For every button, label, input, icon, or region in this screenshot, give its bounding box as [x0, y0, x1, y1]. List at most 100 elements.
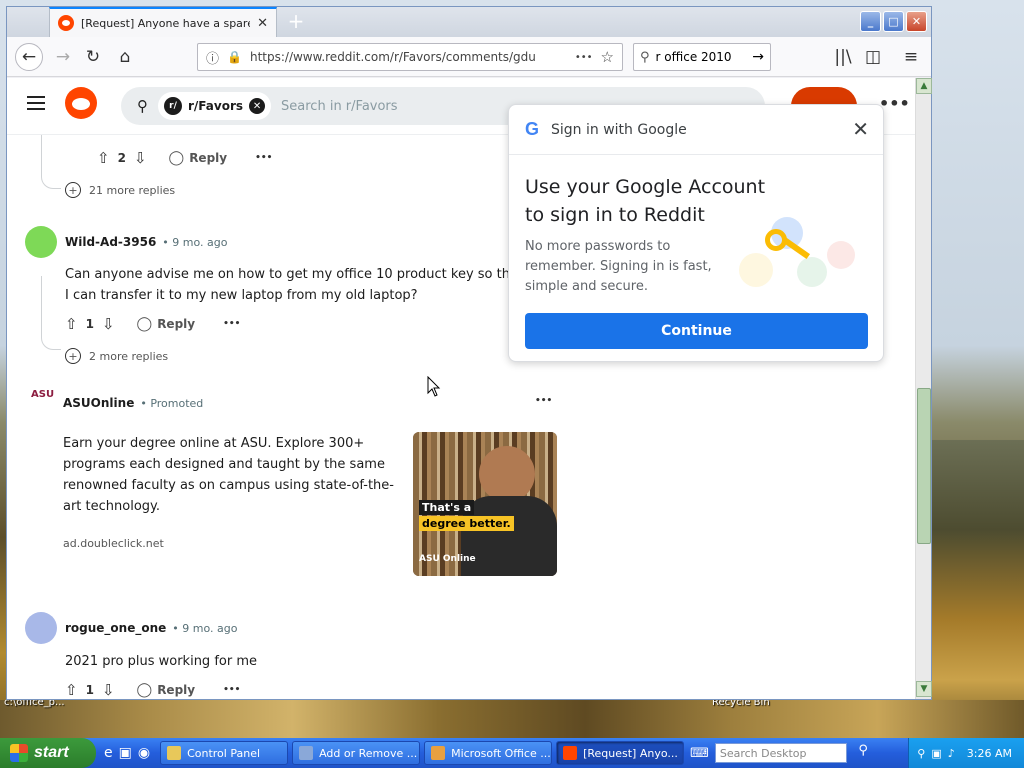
- search-icon: ⚲: [137, 97, 148, 115]
- office-icon: [431, 746, 446, 760]
- back-button[interactable]: ←: [15, 43, 43, 71]
- reply-button[interactable]: ◯ Reply: [137, 682, 196, 698]
- popup-header: G Sign in with Google ✕: [509, 105, 883, 155]
- quick-launch: e ▣ ◉: [96, 745, 158, 761]
- search-icon: ⚲: [640, 49, 650, 65]
- desktop-background-strip: [0, 700, 1024, 740]
- search-go-icon[interactable]: →: [752, 49, 764, 65]
- reply-label: Reply: [189, 151, 228, 165]
- upvote-icon[interactable]: ⇧: [97, 149, 110, 167]
- taskbar-button-office[interactable]: Microsoft Office ...: [424, 741, 553, 765]
- address-bar[interactable]: ⓘ 🔒 https://www.reddit.com/r/Favors/comm…: [197, 43, 623, 71]
- search-bar[interactable]: ⚲ r office 2010 →: [633, 43, 771, 71]
- downvote-icon[interactable]: ⇩: [102, 315, 115, 333]
- comment-icon: ◯: [136, 316, 153, 332]
- new-tab-button[interactable]: +: [285, 11, 307, 33]
- reply-button[interactable]: ◯ Reply: [137, 316, 196, 332]
- ad-image-subheadline: degree better.: [419, 516, 514, 531]
- more-options-icon[interactable]: •••: [223, 319, 240, 329]
- keyboard-icon: ⌨: [690, 745, 709, 761]
- thread-line: [41, 135, 61, 189]
- ad-domain[interactable]: ad.doubleclick.net: [63, 537, 164, 550]
- tab-close-icon[interactable]: ✕: [257, 16, 268, 31]
- scrollbar-thumb[interactable]: [917, 388, 931, 544]
- menu-button[interactable]: ≡: [897, 43, 925, 71]
- scroll-down-icon[interactable]: ▼: [916, 681, 932, 697]
- desktop-search-input[interactable]: Search Desktop ⚲: [714, 743, 868, 763]
- search-icon[interactable]: ⚲: [858, 743, 868, 758]
- popup-close-icon[interactable]: ✕: [852, 119, 869, 139]
- search-bar-value[interactable]: r office 2010: [656, 50, 747, 64]
- comment-icon: ◯: [168, 150, 185, 166]
- comment-actions: ⇧ 1 ⇩ ◯ Reply •••: [65, 315, 240, 333]
- home-button[interactable]: ⌂: [111, 43, 139, 71]
- clock[interactable]: 3:26 AM: [967, 747, 1012, 760]
- reddit-menu-icon[interactable]: [27, 96, 45, 110]
- ad-more-icon[interactable]: •••: [535, 396, 552, 406]
- upvote-icon[interactable]: ⇧: [65, 315, 78, 333]
- tab-strip: [Request] Anyone have a spare, v ✕ + _ □…: [7, 7, 931, 37]
- subreddit-chip-label: r/Favors: [188, 99, 244, 113]
- chip-close-icon[interactable]: ✕: [249, 98, 266, 114]
- info-icon[interactable]: ⓘ: [206, 48, 219, 67]
- ad-header: ASUOnline • Promoted: [63, 396, 203, 410]
- taskbar-button-control-panel[interactable]: Control Panel: [160, 741, 289, 765]
- browser-icon: [563, 746, 578, 760]
- arrow-left-icon: ←: [21, 47, 37, 67]
- avatar[interactable]: [25, 226, 57, 258]
- desktop-icon[interactable]: ▣: [119, 745, 132, 761]
- ad-image[interactable]: That's a degree better. ASU Online: [413, 432, 557, 576]
- comment-header: Wild-Ad-3956 • 9 mo. ago: [65, 235, 227, 249]
- volume-icon[interactable]: ♪: [948, 747, 955, 760]
- username[interactable]: Wild-Ad-3956: [65, 235, 156, 249]
- comment-actions: ⇧ 1 ⇩ ◯ Reply •••: [65, 681, 240, 699]
- media-icon[interactable]: ◉: [138, 745, 150, 761]
- avatar[interactable]: [25, 612, 57, 644]
- maximize-button[interactable]: □: [883, 11, 904, 32]
- popup-header-text: Sign in with Google: [551, 121, 687, 138]
- more-options-icon[interactable]: •••: [223, 685, 240, 695]
- start-button[interactable]: start: [0, 738, 96, 768]
- add-remove-icon: [299, 746, 314, 760]
- upvote-icon[interactable]: ⇧: [65, 681, 78, 699]
- reload-button[interactable]: ↻: [79, 43, 107, 71]
- close-window-button[interactable]: ✕: [906, 11, 927, 32]
- subreddit-chip[interactable]: r/ r/Favors ✕: [158, 92, 272, 120]
- more-replies-link[interactable]: + 21 more replies: [65, 182, 175, 198]
- ad-image-person: [479, 446, 535, 502]
- more-replies-link[interactable]: + 2 more replies: [65, 348, 168, 364]
- sidebar-icon: ◫: [864, 47, 882, 67]
- thread-line: [41, 276, 61, 350]
- continue-button[interactable]: Continue: [525, 313, 868, 349]
- taskbar-button-browser[interactable]: [Request] Anyo...: [556, 741, 685, 765]
- popup-title: Use your Google Account to sign in to Re…: [525, 176, 766, 226]
- library-button[interactable]: ||\: [829, 43, 857, 71]
- tab-title: [Request] Anyone have a spare, v: [81, 16, 251, 30]
- ie-icon[interactable]: e: [104, 745, 113, 761]
- username[interactable]: rogue_one_one: [65, 621, 166, 635]
- more-options-icon[interactable]: •••: [255, 153, 272, 163]
- downvote-icon[interactable]: ⇩: [102, 681, 115, 699]
- page-actions-icon[interactable]: •••: [575, 52, 593, 63]
- taskbar-button-label: Control Panel: [187, 746, 261, 760]
- bookmark-star-icon[interactable]: ☆: [601, 48, 614, 66]
- page-scrollbar[interactable]: ▲ ▼: [915, 78, 932, 699]
- sidebar-button[interactable]: ◫: [859, 43, 887, 71]
- tab-active[interactable]: [Request] Anyone have a spare, v ✕: [49, 7, 277, 37]
- scroll-up-icon[interactable]: ▲: [916, 78, 932, 94]
- navigation-toolbar: ← → ↻ ⌂ ⓘ 🔒 https://www.reddit.com/r/Fav…: [7, 37, 931, 77]
- comment-icon: ◯: [136, 682, 153, 698]
- url-text[interactable]: https://www.reddit.com/r/Favors/comments…: [250, 50, 567, 64]
- forward-button[interactable]: →: [49, 43, 77, 71]
- network-icon[interactable]: ▣: [931, 747, 941, 760]
- minimize-button[interactable]: _: [860, 11, 881, 32]
- downvote-icon[interactable]: ⇩: [134, 149, 147, 167]
- window-controls: _ □ ✕: [860, 11, 927, 32]
- reddit-logo-icon[interactable]: [65, 87, 97, 119]
- advertiser-name[interactable]: ASUOnline: [63, 396, 134, 410]
- taskbar-button-add-remove[interactable]: Add or Remove ...: [292, 741, 421, 765]
- asu-logo[interactable]: ASU: [31, 390, 54, 414]
- search-tray-icon[interactable]: ⚲: [917, 747, 925, 760]
- reply-button[interactable]: ◯ Reply: [169, 150, 228, 166]
- start-label: start: [34, 744, 69, 761]
